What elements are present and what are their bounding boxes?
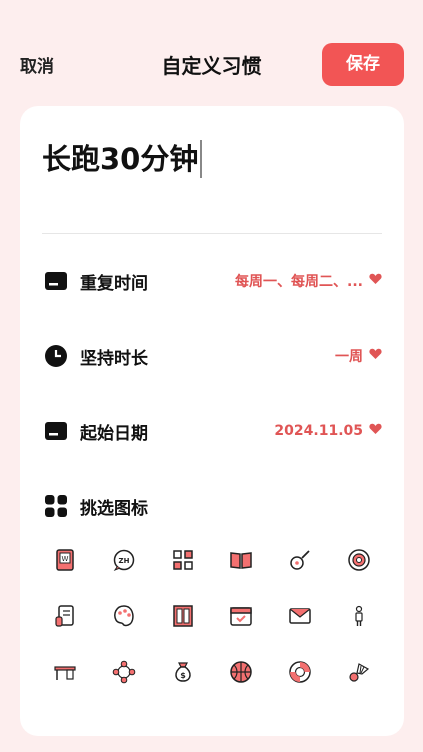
grid-icon bbox=[44, 494, 68, 518]
clock-icon bbox=[44, 344, 68, 368]
svg-text:W: W bbox=[62, 555, 69, 563]
habit-name-text: 长跑30分钟 bbox=[42, 142, 199, 176]
repeat-time-value[interactable]: 每周一、每周二、... bbox=[235, 271, 382, 291]
start-date-label: 起始日期 bbox=[80, 423, 148, 444]
guitar-icon[interactable] bbox=[288, 548, 312, 572]
shuttlecock-icon[interactable] bbox=[347, 660, 371, 684]
person-icon[interactable] bbox=[347, 604, 371, 628]
four-dots-icon[interactable] bbox=[112, 660, 136, 684]
scroll-icon[interactable] bbox=[53, 604, 77, 628]
heart-icon bbox=[369, 273, 382, 289]
duration-value-text: 一周 bbox=[335, 349, 363, 365]
duration-row[interactable]: 坚持时长 一周 bbox=[42, 336, 382, 376]
open-book-icon[interactable] bbox=[229, 548, 253, 572]
habit-name-input[interactable]: 长跑30分钟 bbox=[42, 136, 382, 182]
svg-text:$: $ bbox=[180, 671, 186, 680]
svg-text:ZH: ZH bbox=[119, 557, 130, 565]
habit-form-card: 长跑30分钟 重复时间 每周一、每周二、... 坚持时长 一周 起始日期 202… bbox=[20, 106, 404, 736]
mail-icon[interactable] bbox=[288, 604, 312, 628]
start-date-row[interactable]: 起始日期 2024.11.05 bbox=[42, 411, 382, 451]
icon-grid: W ZH $ bbox=[36, 548, 388, 684]
text-caret bbox=[200, 140, 203, 178]
repeat-time-row[interactable]: 重复时间 每周一、每周二、... bbox=[42, 261, 382, 301]
target-icon[interactable] bbox=[347, 548, 371, 572]
money-bag-icon[interactable]: $ bbox=[171, 660, 195, 684]
book-w-icon[interactable]: W bbox=[53, 548, 77, 572]
heart-icon bbox=[369, 348, 382, 364]
qr-code-icon[interactable] bbox=[171, 548, 195, 572]
divider bbox=[42, 233, 382, 234]
icon-picker-label: 挑选图标 bbox=[80, 498, 148, 519]
heart-icon bbox=[369, 423, 382, 439]
calendar-check-icon[interactable] bbox=[229, 604, 253, 628]
start-date-value-text: 2024.11.05 bbox=[274, 423, 363, 439]
lifebuoy-icon[interactable] bbox=[288, 660, 312, 684]
chat-zh-icon[interactable]: ZH bbox=[112, 548, 136, 572]
duration-label: 坚持时长 bbox=[80, 348, 148, 369]
palette-icon[interactable] bbox=[112, 604, 136, 628]
duration-value[interactable]: 一周 bbox=[335, 346, 382, 366]
desk-icon[interactable] bbox=[53, 660, 77, 684]
header-bar: 取消 自定义习惯 保存 bbox=[0, 0, 423, 100]
window-icon[interactable] bbox=[171, 604, 195, 628]
repeat-time-value-text: 每周一、每周二、... bbox=[235, 274, 363, 290]
icon-picker-row: 挑选图标 bbox=[42, 486, 382, 526]
card-icon bbox=[44, 419, 68, 443]
repeat-time-label: 重复时间 bbox=[80, 273, 148, 294]
save-button[interactable]: 保存 bbox=[322, 43, 404, 86]
card-icon bbox=[44, 269, 68, 293]
basketball-icon[interactable] bbox=[229, 660, 253, 684]
start-date-value[interactable]: 2024.11.05 bbox=[274, 423, 382, 439]
